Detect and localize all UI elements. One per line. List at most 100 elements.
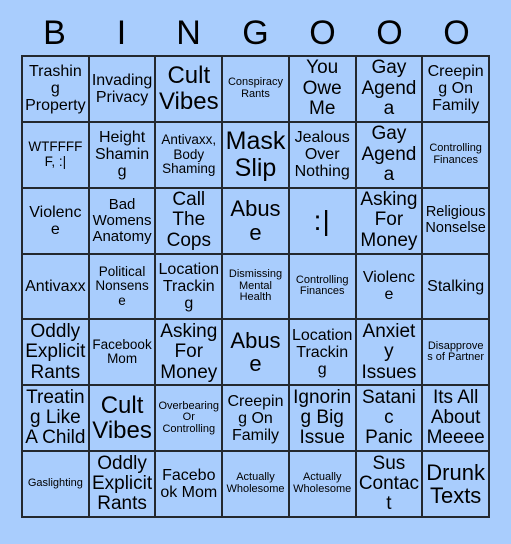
bingo-cell[interactable]: Location Tracking [156, 254, 224, 321]
bingo-cell[interactable]: Satanic Panic [356, 386, 424, 453]
bingo-cell-label: Gaslighting [27, 477, 83, 490]
bingo-cell[interactable]: Its All About Meeee [423, 386, 490, 453]
bingo-cell[interactable]: Treating Like A Child [23, 386, 90, 453]
bingo-cell[interactable]: Trashing Property [23, 57, 90, 123]
bingo-cell[interactable]: Conspiracy Rants [223, 57, 290, 123]
bingo-cell[interactable]: Invading Privacy [89, 57, 157, 123]
bingo-cell[interactable]: Controlling Finances [423, 122, 490, 189]
bingo-cell[interactable]: Gaslighting [23, 452, 90, 518]
bingo-cell[interactable]: Oddly Explicit Rants [89, 452, 157, 518]
bingo-cell[interactable]: :| [289, 188, 357, 255]
bingo-cell[interactable]: Dismissing Mental Health [223, 254, 290, 321]
bingo-cell[interactable]: Abuse [223, 188, 290, 255]
bingo-cell[interactable]: Antivaxx [23, 254, 90, 321]
bingo-cell-label: Antivaxx, Body Shaming [161, 132, 217, 176]
bingo-cell[interactable]: Actually Wholesome [289, 452, 357, 518]
bingo-cell[interactable]: Asking For Money [356, 188, 424, 255]
bingo-cell[interactable]: Facebook Mom [89, 320, 157, 387]
bingo-cell-label: Creeping On Family [227, 392, 284, 444]
bingo-cell-label: Violence [362, 269, 416, 304]
bingo-cell-label: Cult Vibes [158, 62, 219, 115]
bingo-cell-label: Abuse [230, 327, 281, 377]
bingo-cell[interactable]: Cult Vibes [156, 57, 224, 123]
bingo-cell-label: Drunk Texts [426, 459, 485, 509]
bingo-cell[interactable]: Jealous Over Nothing [289, 122, 357, 189]
bingo-cell[interactable]: Violence [356, 254, 424, 321]
bingo-cell-label: Oddly Explicit Rants [91, 452, 153, 515]
bingo-cell-label: Location Tracking [158, 260, 220, 313]
bingo-cell[interactable]: Actually Wholesome [223, 452, 290, 518]
bingo-cell-label: Conspiracy Rants [227, 76, 283, 100]
bingo-cell-label: Jealous Over Nothing [294, 129, 350, 181]
bingo-cell-label: Facebook Mom [92, 336, 152, 367]
bingo-cell[interactable]: Mask Slip [223, 122, 290, 189]
bingo-cell[interactable]: Gay Agenda [356, 122, 424, 189]
bingo-header-letter: B [43, 13, 66, 52]
bingo-cell-label: Ignoring Big Issue [293, 386, 352, 449]
bingo-cell-label: Asking For Money [160, 320, 218, 383]
bingo-header-letter: O [443, 13, 470, 52]
bingo-cell[interactable]: Gay Agenda [356, 57, 424, 123]
bingo-cell-label: WTFFFFF, :| [28, 139, 83, 169]
bingo-cell[interactable]: Location Tracking [289, 320, 357, 387]
bingo-cell[interactable]: Violence [23, 188, 90, 255]
bingo-cell[interactable]: Overbearing Or Controlling [156, 386, 224, 453]
bingo-cell-label: Satanic Panic [361, 386, 416, 449]
bingo-cell[interactable]: Abuse [223, 320, 290, 387]
bingo-cell[interactable]: Creeping On Family [223, 386, 290, 453]
bingo-cell[interactable]: Anxiety Issues [356, 320, 424, 387]
bingo-cell[interactable]: Antivaxx, Body Shaming [156, 122, 224, 189]
bingo-cell-label: Disapproves of Partner [427, 339, 485, 364]
bingo-cell-label: Bad Womens Anatomy [92, 195, 152, 245]
bingo-cell-label: Gay Agenda [361, 57, 417, 120]
bingo-cell-label: Anxiety Issues [361, 320, 417, 383]
bingo-cell[interactable]: Call The Cops [156, 188, 224, 255]
bingo-cell[interactable]: Oddly Explicit Rants [23, 320, 90, 387]
bingo-cell-label: Call The Cops [166, 189, 211, 251]
bingo-cell[interactable]: Stalking [423, 254, 490, 321]
bingo-cell-label: Its All About Meeee [426, 386, 485, 449]
bingo-cell-label: Asking For Money [360, 189, 418, 251]
bingo-cell-label: Location Tracking [291, 326, 353, 378]
bingo-cell-label: Abuse [230, 196, 281, 245]
bingo-header-letter: G [242, 13, 269, 52]
bingo-cell-label: Gay Agenda [361, 123, 417, 185]
bingo-cell-label: You Owe Me [302, 57, 342, 120]
bingo-cell-label: Controlling Finances [429, 142, 482, 166]
bingo-cell[interactable]: Creeping On Family [423, 57, 490, 123]
bingo-card: B I N G O O O Trashing Property Invading Privac… [0, 0, 511, 544]
bingo-cell-label: Religious Nonselse [425, 204, 486, 236]
bingo-cell[interactable]: Asking For Money [156, 320, 224, 387]
bingo-cell-label: Facebook Mom [160, 466, 218, 502]
bingo-cell-label: Stalking [427, 277, 485, 295]
bingo-cell[interactable]: Political Nonsense [89, 254, 157, 321]
bingo-cell-label: Sus Contact [358, 452, 420, 515]
bingo-cell-label: Dismissing Mental Health [228, 267, 283, 304]
bingo-cell-label: Controlling Finances [295, 273, 349, 298]
bingo-cell-label: Oddly Explicit Rants [25, 320, 86, 383]
bingo-cell-label: Mask Slip [225, 127, 286, 182]
bingo-cell[interactable]: Drunk Texts [423, 452, 490, 518]
bingo-header-letter: O [309, 13, 336, 52]
bingo-cell[interactable]: You Owe Me [289, 57, 357, 123]
bingo-cell-label: Political Nonsense [95, 263, 149, 308]
bingo-cell-label: Actually Wholesome [226, 471, 285, 496]
bingo-cell-label: Height Shaming [94, 129, 150, 181]
bingo-cell[interactable]: Cult Vibes [89, 386, 157, 453]
bingo-header-letter: I [116, 13, 127, 52]
bingo-cell[interactable]: Bad Womens Anatomy [89, 188, 157, 255]
bingo-cell[interactable]: Ignoring Big Issue [289, 386, 357, 453]
bingo-cell-label: Overbearing Or Controlling [158, 399, 220, 436]
bingo-cell[interactable]: Height Shaming [89, 122, 157, 189]
bingo-cell[interactable]: Disapproves of Partner [423, 320, 490, 387]
bingo-cell[interactable]: WTFFFFF, :| [23, 122, 90, 189]
bingo-cell[interactable]: Facebook Mom [156, 452, 224, 518]
bingo-cell-label: Actually Wholesome [293, 471, 352, 496]
bingo-cell-label: Antivaxx [25, 277, 86, 295]
bingo-cell[interactable]: Religious Nonselse [423, 188, 490, 255]
bingo-cell-label: Cult Vibes [92, 391, 152, 445]
bingo-cell[interactable]: Sus Contact [356, 452, 424, 518]
bingo-cell-label: Violence [29, 203, 82, 238]
bingo-cell[interactable]: Controlling Finances [289, 254, 357, 321]
bingo-header-letter: N [176, 13, 201, 52]
